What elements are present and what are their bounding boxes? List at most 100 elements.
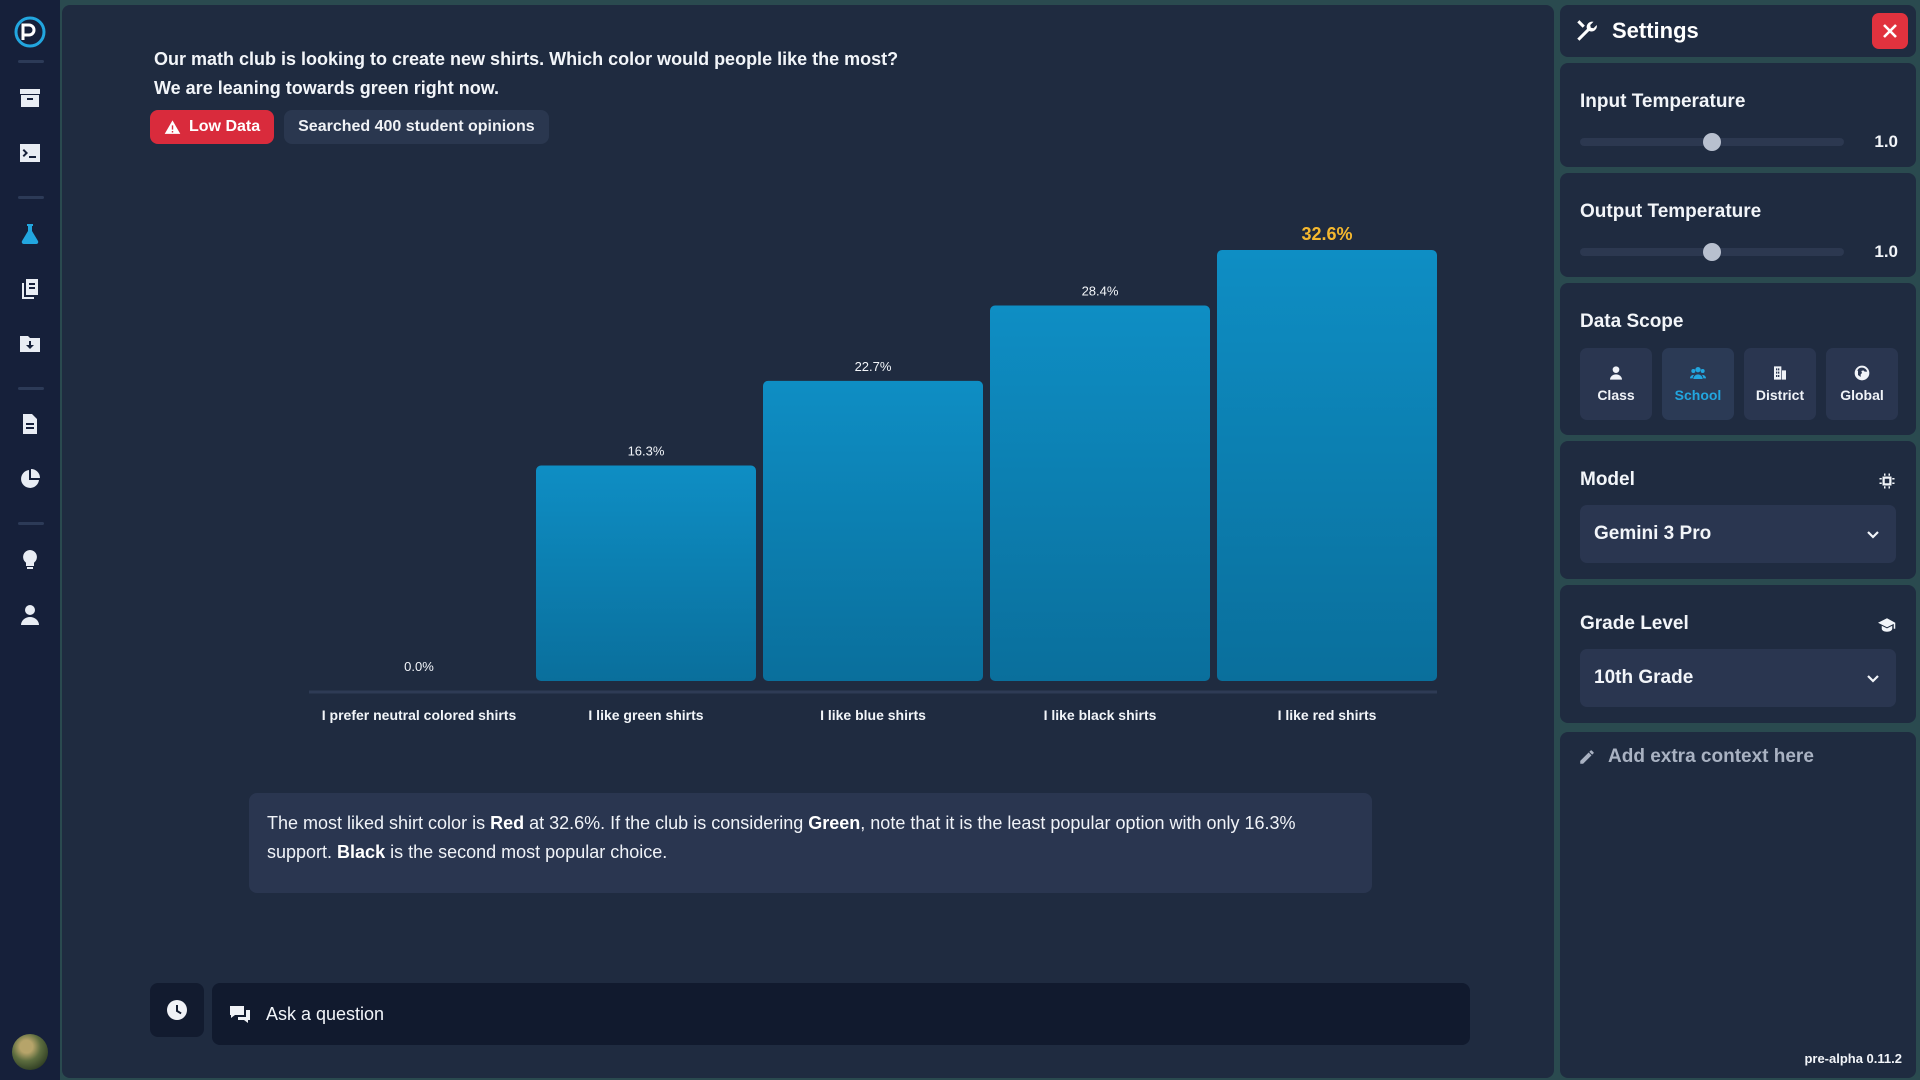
user-question: Our math club is looking to create new s… [154,45,1054,103]
category-tick-label: I like black shirts [1044,707,1157,723]
pencil-icon [1580,750,1594,764]
logo-icon[interactable] [14,16,46,48]
category-tick-label: I like blue shirts [820,707,926,723]
scope-global-label: Global [1840,387,1884,403]
output-temperature-thumb[interactable] [1703,243,1721,261]
scope-district-label: District [1755,387,1805,403]
chevron-down-icon [1867,531,1879,539]
person-icon [1610,366,1622,380]
summary-bold-red: Red [490,813,525,833]
copy-icon[interactable] [18,277,42,301]
chart-bar[interactable] [1217,250,1437,681]
lightbulb-icon[interactable] [18,548,42,572]
bar-chart-svg: 0.0% I prefer neutral colored shirts 16.3%… [309,224,1437,723]
output-temperature-card: Output Temperature 1.0 [1560,173,1916,277]
pie-chart-icon[interactable] [18,467,42,491]
data-scope-options: Class School District Global [1580,348,1898,420]
clock-icon [167,1000,187,1020]
input-temperature-thumb[interactable] [1703,133,1721,151]
model-select[interactable]: Gemini 3 Pro [1580,505,1896,563]
bar-data-label: 22.7% [855,359,892,374]
low-data-badge: Low Data [150,110,275,144]
input-temperature-label: Input Temperature [1580,91,1746,112]
bar-chart: 0.0% I prefer neutral colored shirts 16.3%… [242,205,1442,745]
avatar[interactable] [12,1034,48,1070]
model-card: Model Gemini 3 Pro [1560,441,1916,579]
chat-bubbles-icon [230,1006,250,1023]
question-line-1: Our math club is looking to create new s… [154,49,899,69]
input-temperature-value: 1.0 [1874,132,1898,151]
context-input[interactable]: Add extra context here [1578,746,1814,768]
output-temperature-label: Output Temperature [1580,201,1762,222]
summary-bold-green: Green [808,813,861,833]
category-tick-label: I like red shirts [1278,707,1377,723]
warning-icon [164,119,181,134]
input-temperature-slider[interactable] [1580,133,1844,151]
chart-bar[interactable] [536,465,756,682]
flask-icon[interactable] [18,222,42,246]
output-temperature-slider[interactable] [1580,243,1844,261]
close-icon [1883,24,1897,38]
badges-row: Low Data Searched 400 student opinions [150,110,549,144]
chip-icon [1879,473,1895,489]
close-settings-button[interactable] [1872,13,1908,49]
answer-summary: The most liked shirt color is Red at 32.… [249,793,1372,893]
building-icon [1774,366,1786,380]
history-button[interactable] [150,983,204,1037]
summary-text-4: is the second most popular choice. [385,842,668,862]
summary-text-2: at 32.6%. If the club is considering [524,813,809,833]
scope-global-button[interactable]: Global [1826,348,1898,420]
grade-level-value: 10th Grade [1594,667,1694,688]
searched-badge: Searched 400 student opinions [284,110,549,144]
folder-download-icon[interactable] [18,332,42,356]
grade-level-select[interactable]: 10th Grade [1580,649,1896,707]
ask-input[interactable] [266,1003,1366,1025]
settings-header: Settings [1560,5,1916,57]
version-label: pre-alpha 0.11.2 [1804,1051,1902,1066]
bar-data-label: 0.0% [404,659,434,674]
output-temperature-value: 1.0 [1874,242,1898,261]
model-value: Gemini 3 Pro [1594,523,1712,544]
settings-title: Settings [1612,18,1699,43]
searched-label: Searched 400 student opinions [298,118,535,135]
left-rail [0,0,60,1080]
model-label: Model [1580,469,1635,490]
document-icon[interactable] [18,412,42,436]
rail-divider [18,60,44,63]
rail-divider [18,196,44,199]
archive-icon[interactable] [18,86,42,110]
scope-school-button[interactable]: School [1662,348,1734,420]
summary-text-1: The most liked shirt color is [267,813,491,833]
scope-district-button[interactable]: District [1744,348,1816,420]
category-tick-label: I prefer neutral colored shirts [322,707,517,723]
low-data-label: Low Data [189,118,261,135]
grade-level-label: Grade Level [1580,613,1689,634]
grade-level-card: Grade Level 10th Grade [1560,585,1916,723]
chart-bar[interactable] [990,305,1210,681]
ask-input-bar[interactable] [212,983,1470,1045]
rail-divider [18,387,44,390]
category-tick-label: I like green shirts [588,707,703,723]
bar-data-label: 28.4% [1082,284,1119,299]
data-scope-card: Data Scope Class School District Global [1560,283,1916,435]
context-card: Add extra context here pre-alpha 0.11.2 [1560,732,1916,1078]
chevron-down-icon [1867,675,1879,683]
scope-school-label: School [1674,387,1722,403]
bar-data-label: 32.6% [1301,224,1352,244]
group-icon [1690,367,1706,379]
main-panel: Our math club is looking to create new s… [62,5,1554,1078]
rail-divider [18,522,44,525]
user-icon[interactable] [18,603,42,627]
scope-class-label: Class [1597,387,1635,403]
summary-bold-black: Black [337,842,386,862]
context-placeholder: Add extra context here [1608,746,1814,767]
scope-class-button[interactable]: Class [1580,348,1652,420]
question-line-2: We are leaning towards green right now. [154,78,500,98]
data-scope-label: Data Scope [1580,311,1684,332]
tools-icon [1577,20,1597,41]
globe-icon [1854,365,1870,381]
settings-panel: Settings Input Temperature 1.0 Output Te… [1560,5,1916,1078]
terminal-icon[interactable] [18,141,42,165]
bar-data-label: 16.3% [628,444,665,459]
chart-bar[interactable] [763,380,983,681]
